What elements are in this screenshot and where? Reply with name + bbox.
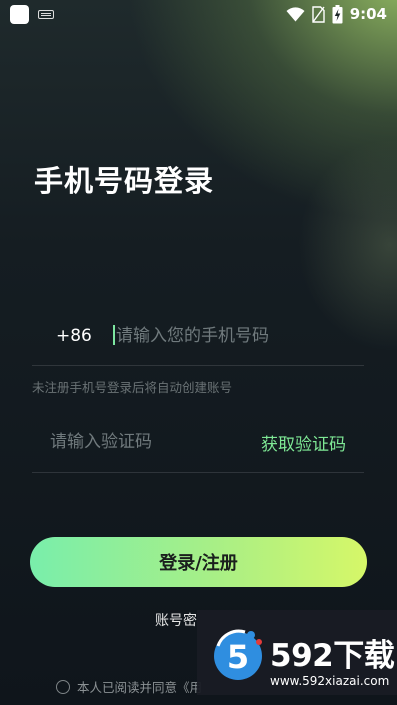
battery-charging-icon xyxy=(332,4,343,23)
agreement-checkbox[interactable] xyxy=(56,679,70,694)
watermark-brand: 592下载 xyxy=(270,638,395,674)
code-field-row: 获取验证码 xyxy=(32,420,364,473)
register-hint: 未注册手机号登录后将自动创建账号 xyxy=(32,380,233,395)
watermark-url: www.592xiazai.com xyxy=(270,674,390,688)
country-code-selector[interactable]: +86 xyxy=(56,326,92,346)
agreement-row: 本人已阅读并同意《用 xyxy=(56,677,202,696)
get-code-button[interactable]: 获取验证码 xyxy=(261,430,346,455)
login-register-button[interactable]: 登录/注册 xyxy=(30,537,367,587)
verification-code-input[interactable] xyxy=(50,428,250,456)
site-watermark: 5 592下载 www.592xiazai.com xyxy=(197,610,397,695)
password-login-link[interactable]: 账号密 xyxy=(155,610,197,630)
keyboard-icon xyxy=(38,10,54,19)
agreement-text: 本人已阅读并同意《用 xyxy=(77,680,203,695)
phone-input[interactable] xyxy=(116,322,356,350)
page-title: 手机号码登录 xyxy=(34,164,215,198)
status-icons: 9:04 xyxy=(286,4,387,24)
no-sim-icon xyxy=(311,5,325,23)
status-bar: 9:04 xyxy=(0,0,397,28)
text-caret xyxy=(113,325,115,345)
clock: 9:04 xyxy=(349,5,387,23)
wifi-icon xyxy=(286,6,305,22)
watermark-logo-digit: 5 xyxy=(227,638,249,676)
watermark-logo-icon: 5 xyxy=(214,629,262,680)
app-square-icon xyxy=(10,5,29,24)
phone-field-row: +86 xyxy=(32,317,364,366)
